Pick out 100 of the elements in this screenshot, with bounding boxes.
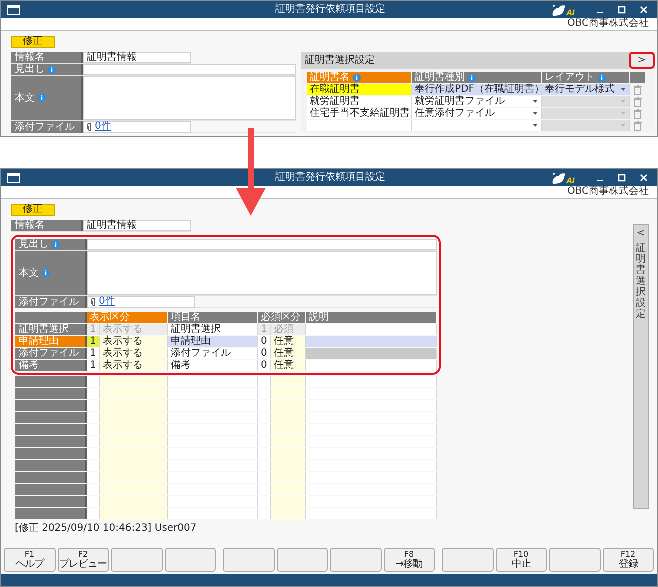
row-header [15,448,87,459]
column-title: 証明書名 [310,72,350,83]
function-key[interactable] [223,548,274,572]
status-text: [修正 2025/09/10 10:46:23] User007 [15,523,198,534]
table-cell: 申請理由 [168,336,258,347]
layout-dropdown[interactable]: 奉行モデル様式 [542,84,630,95]
minimize-icon [597,180,603,182]
table-cell: 0 [258,336,271,347]
info-icon [48,66,56,74]
function-key[interactable]: F1 ヘルプ [4,548,56,572]
table-cell: 表示する [100,324,168,335]
row-header [15,400,87,411]
table-cell: 表示する [100,336,168,347]
function-key[interactable] [276,548,328,572]
function-key[interactable] [164,548,216,572]
window-title: 証明書発行依頼項目設定 [275,4,386,16]
caret-icon [621,100,626,103]
function-key[interactable]: F8 →移動 [384,548,435,572]
column-title: 証明書種別 [415,72,465,83]
row-header [15,472,87,483]
caret-icon [533,100,538,103]
close-icon [640,174,648,182]
info-icon [38,94,46,102]
maximize-icon [618,6,626,14]
header-corner [15,312,87,323]
type-dropdown[interactable]: 任意添付ファイル [412,108,542,119]
table-cell[interactable]: 就労証明書 [307,96,412,107]
row-header [15,388,87,399]
caret-icon [533,112,538,115]
row-header [15,460,87,471]
company-name: OBC商事株式会社 [567,186,649,198]
paperclip-icon [91,298,96,306]
memo-field[interactable] [83,76,296,120]
field-label: 情報名 [15,52,45,63]
table-cell: 表示する [100,348,168,359]
field-label: 本文 [19,268,39,278]
attachment-count-link[interactable]: 0件 [95,122,112,132]
column-header: 説明 [306,312,436,323]
row-header [15,436,87,447]
caret-icon [621,112,626,115]
table-cell[interactable]: 在職証明書 [307,84,412,95]
field-label: 見出し [19,239,49,250]
field-label: 添付ファイル [19,296,79,308]
table-cell: 任意 [271,360,306,371]
table-cell: 1 [258,324,271,335]
type-dropdown[interactable]: 就労証明書ファイル [412,96,542,107]
table-cell: 1 [87,348,100,359]
table-cell[interactable]: 住宅手当不支給証明書 [307,108,412,119]
row-header [15,508,87,519]
function-key[interactable]: F2 プレビュー [58,548,109,572]
function-key[interactable] [549,548,600,572]
text-field[interactable]: 証明書情報 [83,220,191,231]
collapse-button[interactable]: > [629,52,655,69]
mode-badge: 修正 [11,204,55,216]
row-header [15,412,87,423]
window-title: 証明書発行依頼項目設定 [275,172,386,184]
function-key[interactable] [442,548,494,572]
row-header [15,496,87,507]
caret-icon [533,124,538,127]
note-cell[interactable] [306,336,437,347]
column-title: レイアウト [545,72,595,83]
table-cell: 証明書選択 [168,324,258,335]
text-field[interactable] [87,239,437,250]
function-key[interactable] [330,548,382,572]
side-panel-tab[interactable]: < 証明書選択設定 [633,224,649,509]
text-field[interactable]: 証明書情報 [83,52,191,63]
type-dropdown[interactable]: 奉行作成PDF（在職証明書） [412,84,542,95]
field-label: 添付ファイル [15,122,75,132]
table-cell: 0 [258,348,271,359]
field-label: 見出し [15,64,45,75]
attachment-count-link[interactable]: 0件 [99,297,116,307]
maximize-icon [618,174,626,182]
info-icon [42,269,50,277]
column-header: 項目名 [168,312,257,323]
table-cell: 0 [258,360,271,371]
function-key[interactable]: F12 登録 [602,548,654,572]
function-key[interactable] [111,548,162,572]
table-cell: 1 [87,336,100,347]
text-field[interactable] [83,64,296,75]
function-key[interactable]: F10 中止 [496,548,547,572]
panel-title: 証明書選択設定 [305,55,375,66]
field-label: 情報名 [15,220,45,231]
row-header [15,376,87,387]
attachment-field[interactable]: 0件 [83,121,191,133]
row-header[interactable]: 備考 [15,360,87,371]
note-cell[interactable] [306,360,437,371]
row-header[interactable]: 添付ファイル [15,348,87,359]
caret-icon [621,124,626,127]
mode-badge: 修正 [11,36,55,48]
column-header: 表示区分 [87,312,167,323]
table-cell[interactable] [307,120,412,131]
attachment-field[interactable]: 0件 [87,296,195,308]
caret-icon [621,88,626,91]
memo-field[interactable] [87,251,437,295]
window-icon [7,172,20,182]
column-header: 必須区分 [258,312,305,323]
row-header [15,424,87,435]
field-label: 本文 [15,92,35,104]
table-cell: 添付ファイル [168,348,258,359]
window-icon [7,4,20,14]
